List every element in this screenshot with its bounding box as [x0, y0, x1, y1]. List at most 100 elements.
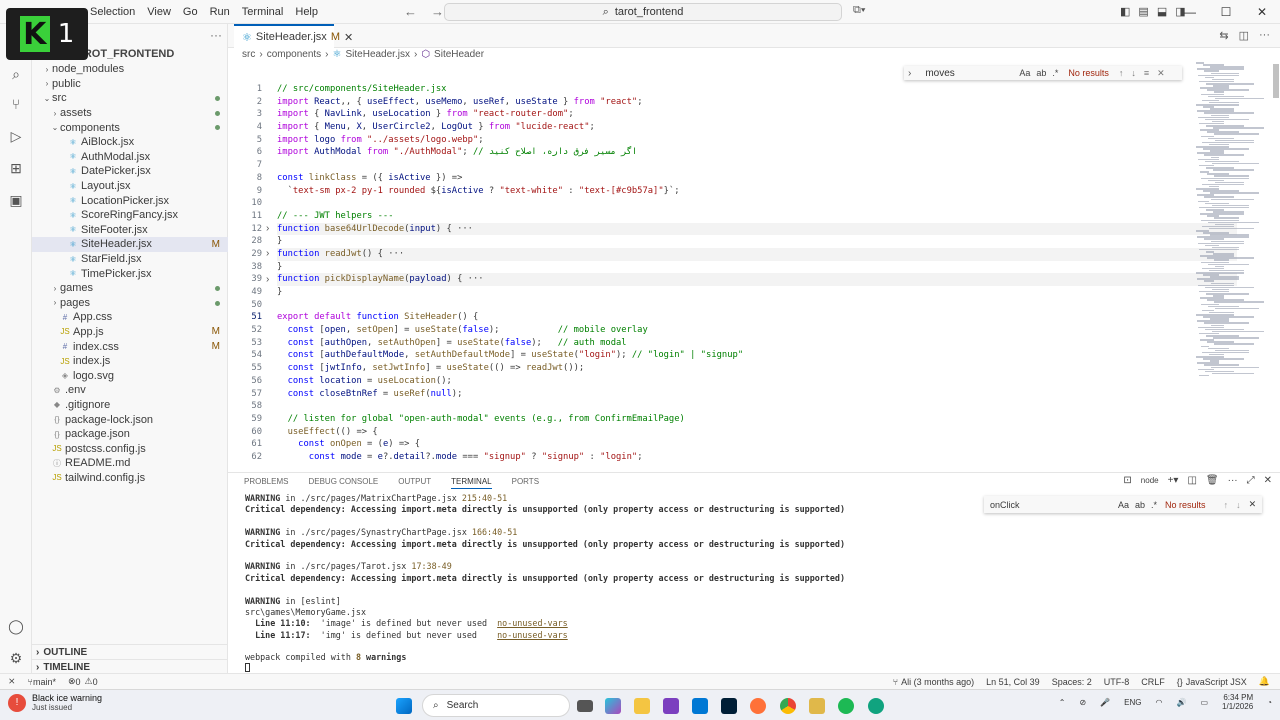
terminal-shell-label[interactable]: node: [1141, 476, 1159, 485]
tree-item[interactable]: › assets: [32, 106, 228, 121]
tree-item[interactable]: # App.css: [32, 310, 228, 325]
split-terminal-icon[interactable]: ◫: [1187, 475, 1196, 486]
code-line[interactable]: function readJwt() { ···: [277, 247, 1237, 261]
split-editor-icon[interactable]: ◫: [1239, 29, 1249, 42]
tree-item[interactable]: JS index.js: [32, 354, 228, 369]
code-line[interactable]: function pickDisplayName(payload) { ···: [277, 273, 1237, 286]
arrow-down-icon[interactable]: ↓: [1131, 68, 1136, 79]
code-line[interactable]: const [authOpen, setAuthOpen] = useState…: [277, 337, 1237, 350]
tree-item[interactable]: {} package-lock.json: [32, 412, 228, 427]
match-word-icon[interactable]: ab: [1135, 500, 1145, 510]
breadcrumb-symbol[interactable]: SiteHeader: [434, 49, 484, 60]
code-line[interactable]: // --- JWT helpers ---: [277, 210, 1237, 223]
code-line[interactable]: import logo from "../assets/logo.webp";: [277, 134, 1237, 147]
code-line[interactable]: const onOpen = (e) => {: [277, 438, 1237, 451]
maximize-panel-icon[interactable]: ⤢: [1247, 475, 1255, 486]
tree-item[interactable]: ⚛ TimePicker.jsx: [32, 266, 228, 281]
code-line[interactable]: const mode = e?.detail?.mode === "signup…: [277, 451, 1237, 464]
command-center[interactable]: ⌕ tarot_frontend: [444, 3, 842, 21]
more-actions-icon[interactable]: ···: [210, 28, 222, 42]
menu-terminal[interactable]: Terminal: [236, 6, 290, 18]
bell-icon[interactable]: 🔔: [1259, 676, 1270, 687]
extensions-icon[interactable]: ⊞: [8, 160, 24, 176]
add-terminal-icon[interactable]: +▾: [1168, 475, 1179, 486]
minimize-icon[interactable]: —: [1172, 5, 1208, 19]
code-line[interactable]: [277, 197, 1237, 210]
tree-item[interactable]: JS tailwind.config.js: [32, 471, 228, 486]
tree-item[interactable]: JS postcss.config.js: [32, 441, 228, 456]
code-line[interactable]: import AuthModal from "./AuthModal"; // …: [277, 146, 1237, 159]
remote-icon[interactable]: ⨯: [8, 676, 16, 687]
code-line[interactable]: [277, 159, 1237, 172]
forward-arrow-icon[interactable]: →: [431, 4, 444, 19]
code-content[interactable]: // src/components/SiteHeader.jsx import R…: [277, 83, 1237, 464]
tree-item[interactable]: ⚛ ScoreRingFancy.jsx: [32, 208, 228, 223]
fold-chevron-icon[interactable]: ›: [266, 274, 269, 285]
network-off-icon[interactable]: ⊘: [1079, 698, 1086, 707]
fold-chevron-icon[interactable]: ›: [266, 223, 269, 234]
minimap[interactable]: [1190, 62, 1274, 382]
close-panel-icon[interactable]: ✕: [1264, 475, 1272, 486]
clock[interactable]: 6:34 PM 1/1/2026: [1222, 693, 1253, 711]
match-case-icon[interactable]: Aa: [1019, 68, 1030, 78]
terminal-output[interactable]: WARNING in ./src/pages/MatrixChartPage.j…: [245, 493, 1045, 664]
tree-item[interactable]: ⚛ SiteHeader.jsx M: [32, 237, 228, 252]
code-line[interactable]: const closeBtnRef = useRef(null);: [277, 388, 1237, 401]
tree-item[interactable]: › public: [32, 77, 228, 92]
close-icon[interactable]: ✕: [1157, 68, 1165, 79]
code-line[interactable]: }: [277, 261, 1237, 274]
weather-widget[interactable]: ! Black ice warning Just issued: [8, 693, 102, 712]
chatgpt-icon[interactable]: [868, 698, 884, 714]
trash-icon[interactable]: 🗑: [1206, 475, 1219, 486]
code-line[interactable]: }: [277, 286, 1237, 299]
tab-ports[interactable]: PORTS: [512, 477, 539, 489]
run-debug-icon[interactable]: ▷: [8, 128, 24, 144]
code-line[interactable]: const [open, setOpen] = useState(false);…: [277, 324, 1237, 337]
menu-selection[interactable]: Selection: [84, 6, 141, 18]
code-line[interactable]: const [jwtInfo, setJwtInfo] = useState((…: [277, 362, 1237, 375]
tree-item[interactable]: ⚛ AiBlock.jsx: [32, 135, 228, 150]
tree-item[interactable]: JS App.js M: [32, 325, 228, 340]
toggle-editor-icon[interactable]: ▤: [1138, 5, 1148, 18]
warning-count[interactable]: 0: [93, 677, 98, 687]
chrome-icon[interactable]: [780, 698, 796, 714]
editor-scrollbar[interactable]: [1273, 62, 1279, 422]
find-in-selection-icon[interactable]: ≡: [1144, 68, 1149, 79]
firefox-icon[interactable]: [750, 698, 766, 714]
arrow-up-icon[interactable]: ↑: [1119, 68, 1124, 79]
visual-studio-icon[interactable]: [663, 698, 679, 714]
tab-debug-console[interactable]: DEBUG CONSOLE: [308, 477, 378, 489]
menu-run[interactable]: Run: [204, 6, 236, 18]
breadcrumb-components[interactable]: components: [267, 49, 321, 60]
match-word-icon[interactable]: ab: [1036, 68, 1046, 78]
code-line[interactable]: function base64UrlDecode(input) { ···: [277, 222, 1237, 236]
vscode-icon[interactable]: [692, 698, 708, 714]
code-line[interactable]: [277, 299, 1237, 312]
code-line[interactable]: // listen for global "open-auth-modal" e…: [277, 413, 1237, 426]
source-control-icon[interactable]: ⑂: [8, 96, 24, 112]
menu-view[interactable]: View: [141, 6, 177, 18]
tree-item[interactable]: {} package.json: [32, 427, 228, 442]
encoding[interactable]: UTF-8: [1104, 677, 1130, 687]
find-input[interactable]: moves: [925, 68, 1019, 79]
task-view-icon[interactable]: [577, 700, 593, 712]
tree-item[interactable]: ⚛ AuthModal.jsx: [32, 150, 228, 165]
tree-item[interactable]: ⌄ components: [32, 120, 228, 135]
tab-siteheader[interactable]: ⚛ SiteHeader.jsx M ✕: [234, 24, 353, 48]
fold-chevron-icon[interactable]: ›: [266, 248, 269, 259]
tree-item[interactable]: › games: [32, 281, 228, 296]
code-line[interactable]: const location = useLocation();: [277, 375, 1237, 388]
tree-item[interactable]: › pages: [32, 296, 228, 311]
regex-icon[interactable]: .*: [1052, 68, 1058, 78]
code-line[interactable]: useEffect(() => {: [277, 426, 1237, 439]
tree-item[interactable]: ⓘ README.md: [32, 456, 228, 471]
battery-icon[interactable]: ▭: [1200, 698, 1208, 707]
code-line[interactable]: import { Menu, X, UserCircle2, LogOut } …: [277, 121, 1237, 134]
scrollbar-thumb[interactable]: [1273, 64, 1279, 98]
more-actions-icon[interactable]: ···: [1228, 475, 1238, 486]
breadcrumb-file[interactable]: SiteHeader.jsx: [345, 49, 409, 60]
menu-help[interactable]: Help: [289, 6, 324, 18]
breadcrumb-src[interactable]: src: [242, 49, 255, 60]
more-actions-icon[interactable]: ···: [1259, 29, 1270, 42]
tab-terminal[interactable]: TERMINAL: [451, 477, 492, 489]
